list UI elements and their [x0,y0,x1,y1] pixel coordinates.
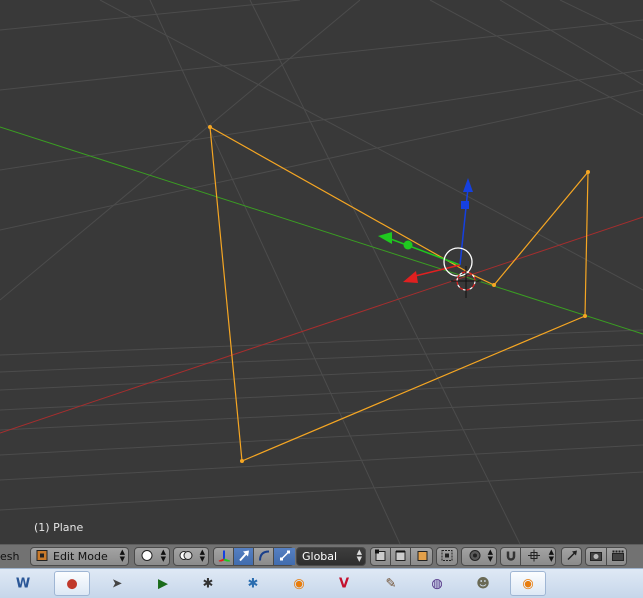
taskbar-button[interactable]: ◉ [281,571,317,596]
object-info-label: (1) Plane [34,521,84,534]
taskbar-button[interactable]: ◍ [419,571,455,596]
transform-manipulator-group [213,547,295,566]
taskbar-button[interactable]: ▶ [145,571,181,596]
snap-toggle[interactable] [501,548,521,565]
taskbar-button[interactable]: W [5,571,41,596]
updown-arrows-icon: ▲ ▼ [160,548,166,563]
render-image-icon [590,549,603,564]
occlude-geometry-toggle[interactable] [436,547,458,566]
orientation-label: Global [302,550,338,563]
translate-arrow-icon [238,549,250,564]
pivot-point-selector[interactable]: ▲ ▼ [173,547,209,566]
floor-grid [0,0,643,544]
media-player-icon: ◍ [431,576,443,591]
render-animation-button[interactable] [607,548,628,565]
word-icon: W [15,576,31,591]
viewport-canvas[interactable] [0,0,643,544]
taskbar-button[interactable]: ☻ [465,571,501,596]
rotate-arc-icon [258,549,270,564]
viewport-shading-selector[interactable]: ▲ ▼ [134,547,170,566]
plane-mesh[interactable] [209,126,589,462]
taskbar-button[interactable]: ➤ [99,571,135,596]
mode-selector[interactable]: Edit Mode ▲ ▼ [30,547,129,566]
manipulator-axes-icon [218,549,230,564]
manipulator-toggle[interactable] [214,548,234,565]
translate-manipulator-button[interactable] [234,548,254,565]
solid-shading-icon [141,549,153,564]
render-image-button[interactable] [586,548,607,565]
pen-tool-icon: ✎ [385,576,397,591]
edit-mode-icon [36,549,48,564]
updown-arrows-icon: ▲ ▼ [199,548,205,563]
edge-select-icon [395,549,407,564]
settings-gear-icon: ✱ [202,576,214,591]
network-gear-icon: ✱ [247,576,259,591]
editor-type-label: esh [0,550,20,563]
occlude-geometry-icon [441,549,453,564]
updown-arrows-icon: ▲ ▼ [548,548,554,563]
vertex-select-mode-button[interactable] [371,548,391,565]
snap-magnet-icon [505,549,517,564]
paint-icon: ● [66,576,78,591]
gimp-icon: ☻ [476,576,490,591]
taskbar-button[interactable]: V [326,571,362,596]
mode-label: Edit Mode [53,550,108,563]
taskbar-button[interactable]: ✱ [235,571,271,596]
taskbar-button[interactable]: ✎ [373,571,409,596]
snap-target-icon [528,549,540,564]
os-taskbar: W ● ➤ ▶ ✱ ✱ ◉ V ✎ ◍ ☻ ◉ [0,568,643,598]
terminal-icon: ▶ [158,576,168,591]
edge-select-mode-button[interactable] [391,548,411,565]
render-animation-icon [611,549,624,564]
opengl-render-icon [566,549,578,564]
inkscape-icon: ➤ [111,576,123,591]
mesh-select-mode-group [370,547,433,566]
blender-orange-icon: ◉ [293,576,305,591]
taskbar-button[interactable]: ● [54,571,90,596]
proportional-edit-selector[interactable]: ▲ ▼ [461,547,497,566]
updown-arrows-icon: ▲ ▼ [487,548,493,563]
mesh-vertices[interactable] [208,125,590,463]
face-select-mode-button[interactable] [411,548,434,565]
render-buttons-group [585,547,627,566]
blender-icon: ◉ [522,576,534,591]
3d-viewport[interactable]: (1) Plane [0,0,643,544]
viewport-header: esh Edit Mode ▲ ▼ ▲ ▼ ▲ ▼ Global ▲ ▼ ▲ ▼… [0,544,643,568]
x-axis-line [0,216,643,434]
taskbar-button[interactable]: ✱ [190,571,226,596]
transform-orientation-selector[interactable]: Global ▲ ▼ [296,547,366,566]
y-axis-line [0,126,643,335]
face-select-icon [417,549,429,564]
pivot-point-icon [179,549,193,564]
updown-arrows-icon: ▲ ▼ [119,548,125,563]
3d-cursor[interactable] [451,266,481,298]
opengl-render-button[interactable] [561,547,582,566]
updown-arrows-icon: ▲ ▼ [356,548,362,563]
scale-icon [279,549,291,564]
proportional-edit-icon [469,549,481,564]
scale-manipulator-button[interactable] [274,548,295,565]
snapping-group: ▲ ▼ [500,547,556,566]
snap-element-selector[interactable]: ▲ ▼ [521,548,557,565]
rotate-manipulator-button[interactable] [254,548,274,565]
vertex-select-icon [374,549,387,564]
taskbar-button[interactable]: ◉ [510,571,546,596]
vivaldi-icon: V [338,576,350,591]
